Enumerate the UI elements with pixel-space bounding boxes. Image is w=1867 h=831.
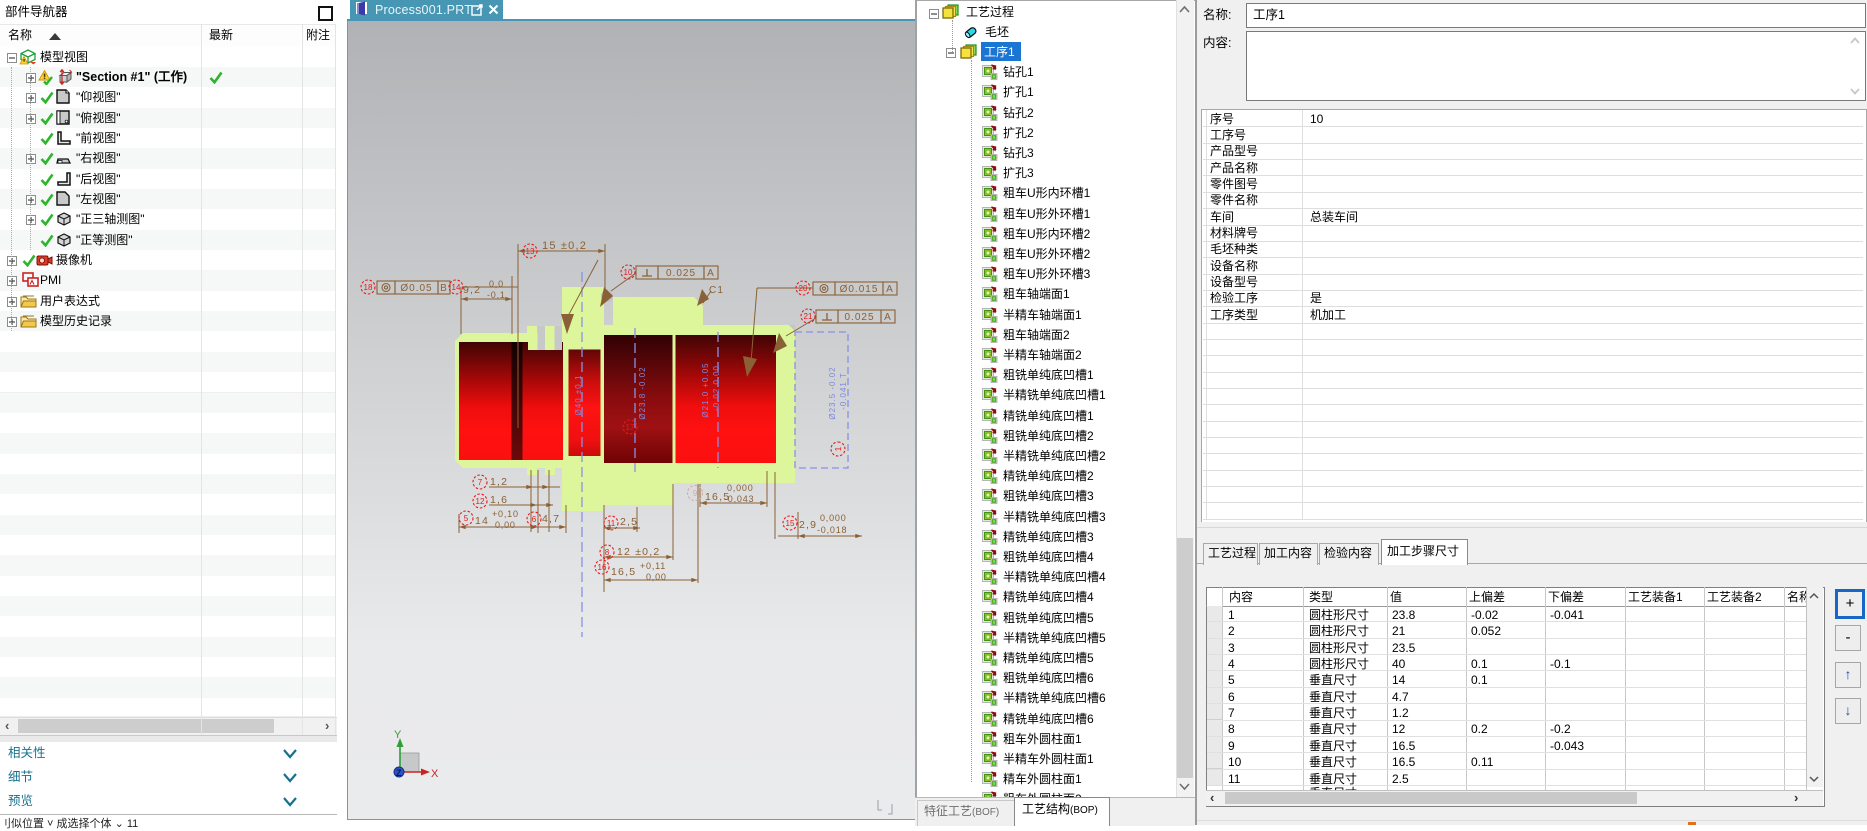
svg-text:B: B (440, 283, 448, 294)
svg-text:4,7: 4,7 (542, 513, 560, 525)
svg-text:-0,1: -0,1 (487, 290, 506, 300)
svg-text:9,2: 9,2 (463, 284, 481, 296)
svg-text:C1: C1 (709, 285, 724, 296)
svg-text:0.025: 0.025 (666, 268, 696, 279)
svg-text:7: 7 (478, 478, 483, 487)
svg-text:1,2: 1,2 (490, 476, 508, 488)
svg-text:1: 1 (834, 446, 843, 451)
svg-text:6: 6 (532, 515, 537, 524)
svg-text:0.025: 0.025 (844, 312, 874, 323)
svg-text:0,00: 0,00 (495, 520, 516, 530)
svg-text:-0.02 0.00: -0.02 0.00 (712, 365, 721, 411)
svg-text:Y: Y (394, 729, 402, 741)
svg-text:A: A (884, 312, 892, 323)
svg-text:-0.041 T: -0.041 T (839, 372, 848, 410)
svg-text:Ø21.0 +0.05: Ø21.0 +0.05 (701, 362, 710, 417)
svg-text:X: X (431, 768, 439, 780)
svg-text:14: 14 (452, 283, 461, 292)
svg-text:20: 20 (799, 284, 808, 293)
svg-text:Ø0.015: Ø0.015 (840, 284, 879, 295)
svg-text:12 ±0,2: 12 ±0,2 (617, 546, 660, 558)
svg-text:0,00: 0,00 (646, 572, 667, 582)
svg-text:13: 13 (526, 247, 535, 256)
svg-text:+0,10: +0,10 (492, 509, 519, 519)
svg-text:16: 16 (598, 563, 607, 572)
svg-text:0,000: 0,000 (727, 483, 754, 493)
svg-text:21: 21 (804, 312, 813, 321)
svg-text:Ø0.05: Ø0.05 (400, 283, 432, 294)
svg-text:+0,11: +0,11 (640, 561, 666, 571)
svg-text:Z: Z (396, 768, 402, 778)
svg-text:2,5: 2,5 (620, 516, 638, 528)
svg-text:16,5: 16,5 (611, 566, 636, 578)
svg-text:A: A (886, 284, 894, 295)
svg-text:14: 14 (475, 515, 489, 527)
svg-text:11: 11 (607, 519, 616, 528)
svg-text:-0,043: -0,043 (724, 494, 754, 504)
svg-text:10: 10 (624, 268, 633, 277)
svg-text:0,000: 0,000 (820, 513, 847, 523)
svg-text:18: 18 (364, 283, 373, 292)
svg-text:15: 15 (786, 519, 795, 528)
svg-text:8: 8 (605, 548, 610, 557)
svg-text:Ø23.8 -0.02: Ø23.8 -0.02 (638, 366, 647, 419)
svg-text:0,0: 0,0 (489, 279, 504, 289)
svg-text:Ø23.5 -0.02: Ø23.5 -0.02 (828, 366, 837, 419)
svg-text:12: 12 (476, 497, 485, 506)
svg-text:Ø40 ±0.1: Ø40 ±0.1 (574, 375, 583, 416)
svg-text:1,6: 1,6 (490, 494, 508, 506)
svg-text:17: 17 (626, 423, 635, 432)
svg-text:-0,018: -0,018 (817, 525, 847, 535)
svg-text:A: A (707, 268, 715, 279)
svg-text:9: 9 (693, 489, 698, 498)
svg-text:2,9: 2,9 (799, 519, 817, 531)
svg-text:5: 5 (464, 514, 469, 523)
svg-text:15 ±0,2: 15 ±0,2 (542, 240, 587, 252)
